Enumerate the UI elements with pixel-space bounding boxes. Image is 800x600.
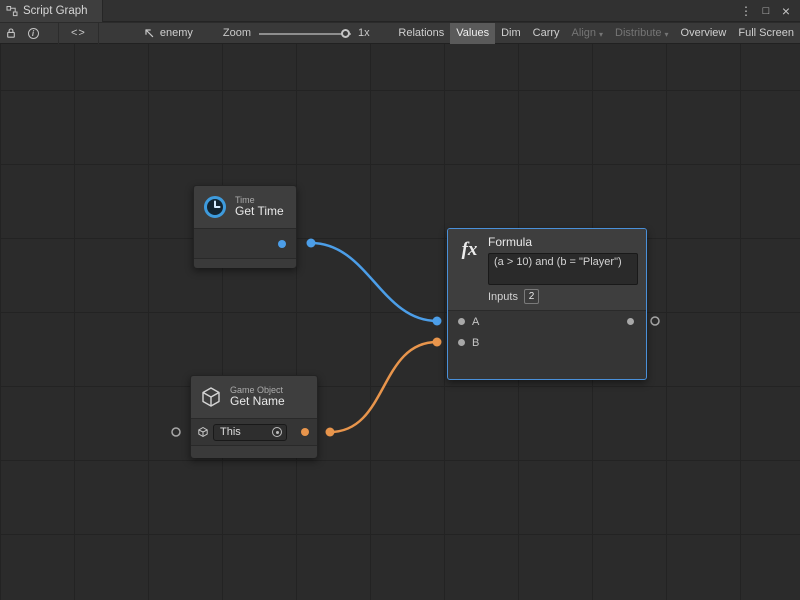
node-title: Formula — [488, 235, 638, 251]
formula-port-row-b: B — [448, 332, 646, 353]
tab-script-graph[interactable]: Script Graph — [0, 0, 103, 22]
object-picker-icon[interactable] — [272, 427, 282, 437]
formula-inputs-count-input[interactable]: 2 — [524, 289, 539, 304]
toolbar-buttons: Relations Values Dim Carry Align ▾ Distr… — [392, 23, 800, 44]
get-name-header[interactable]: Game Object Get Name — [191, 376, 317, 419]
lock-button[interactable] — [0, 23, 22, 44]
get-time-output-port[interactable] — [278, 240, 286, 248]
formula-input-a-label: A — [472, 316, 479, 328]
game-object-cube-icon — [199, 385, 223, 409]
wire-endpoint-blue[interactable] — [307, 239, 316, 248]
toolbar-button-overview[interactable]: Overview — [675, 23, 733, 44]
wire-get-time-to-formula-a[interactable] — [311, 243, 437, 321]
get-name-footer — [191, 445, 317, 458]
wire-endpoint-blue[interactable] — [433, 317, 442, 326]
game-object-target-field[interactable]: This — [213, 424, 287, 441]
script-graph-icon — [6, 5, 18, 17]
node-title: Get Name — [230, 395, 285, 409]
target-field-value: This — [214, 426, 272, 438]
get-time-header[interactable]: Time Get Time — [194, 186, 296, 229]
window-close-button[interactable]: × — [778, 2, 794, 20]
formula-result-port[interactable] — [627, 318, 634, 325]
graph-canvas[interactable]: Time Get Time fx Formula (a > 10) and (b… — [0, 44, 800, 600]
window-maximize-button[interactable]: □ — [758, 2, 774, 20]
window-menu-button[interactable]: ⋮ — [738, 2, 754, 20]
connection-layer — [0, 44, 800, 600]
zoom-value: 1x — [358, 27, 370, 39]
toolbar-button-relations[interactable]: Relations — [392, 23, 450, 44]
wire-endpoint-orange[interactable] — [433, 338, 442, 347]
inspect-button[interactable]: i — [22, 23, 44, 44]
titlebar: Script Graph ⋮ □ × — [0, 0, 800, 22]
tab-title: Script Graph — [23, 5, 88, 17]
toolbar-button-values[interactable]: Values — [450, 23, 495, 44]
toolbar-button-distribute[interactable]: Distribute ▾ — [609, 23, 674, 44]
formula-header[interactable]: fx Formula (a > 10) and (b = "Player") I… — [448, 229, 646, 311]
toolbar-button-dim[interactable]: Dim — [495, 23, 527, 44]
lock-icon — [5, 27, 17, 39]
formula-input-b-label: B — [472, 337, 479, 349]
graph-asset-icon — [143, 27, 155, 39]
cube-icon — [197, 426, 209, 438]
node-formula[interactable]: fx Formula (a > 10) and (b = "Player") I… — [447, 228, 647, 380]
chevron-down-icon: ▾ — [599, 30, 603, 39]
get-time-footer — [194, 258, 296, 268]
graph-name: enemy — [160, 27, 193, 39]
chevron-down-icon: ▾ — [665, 30, 669, 39]
zoom-slider[interactable] — [259, 23, 351, 44]
graph-breadcrumb[interactable]: enemy — [143, 27, 193, 39]
formula-input-b-port[interactable] — [458, 339, 465, 346]
node-get-name[interactable]: Game Object Get Name This — [190, 375, 318, 458]
toolbar-button-carry[interactable]: Carry — [527, 23, 566, 44]
graph-toolbar: i <> enemy Zoom 1x Relations Values Dim … — [0, 23, 800, 44]
zoom-slider-track — [259, 33, 351, 35]
toolbar-button-fullscreen[interactable]: Full Screen — [732, 23, 800, 44]
formula-port-row-a: A — [448, 311, 646, 332]
formula-output-port[interactable] — [651, 317, 659, 325]
node-title: Get Time — [235, 205, 284, 219]
get-name-output-port[interactable] — [301, 428, 309, 436]
get-time-body — [194, 229, 296, 258]
formula-inputs-label: Inputs — [488, 291, 518, 303]
formula-expression-input[interactable]: (a > 10) and (b = "Player") — [488, 253, 638, 285]
wire-endpoint-orange[interactable] — [326, 428, 335, 437]
script-graph-window: Script Graph ⋮ □ × i <> — [0, 0, 800, 600]
titlebar-controls: ⋮ □ × — [738, 2, 800, 20]
zoom-label: Zoom — [223, 27, 251, 39]
info-icon: i — [28, 28, 39, 39]
toolbar-button-align[interactable]: Align ▾ — [566, 23, 609, 44]
formula-fx-icon: fx — [456, 236, 483, 264]
get-name-body: This — [191, 419, 317, 445]
clock-icon — [202, 194, 228, 220]
code-view-toggle[interactable]: <> — [58, 23, 99, 44]
node-get-time[interactable]: Time Get Time — [193, 185, 297, 268]
get-name-target-input-port[interactable] — [172, 428, 180, 436]
wire-get-name-to-formula-b[interactable] — [330, 342, 437, 432]
formula-input-a-port[interactable] — [458, 318, 465, 325]
code-icon: <> — [71, 27, 86, 39]
zoom-slider-handle[interactable] — [341, 29, 350, 38]
